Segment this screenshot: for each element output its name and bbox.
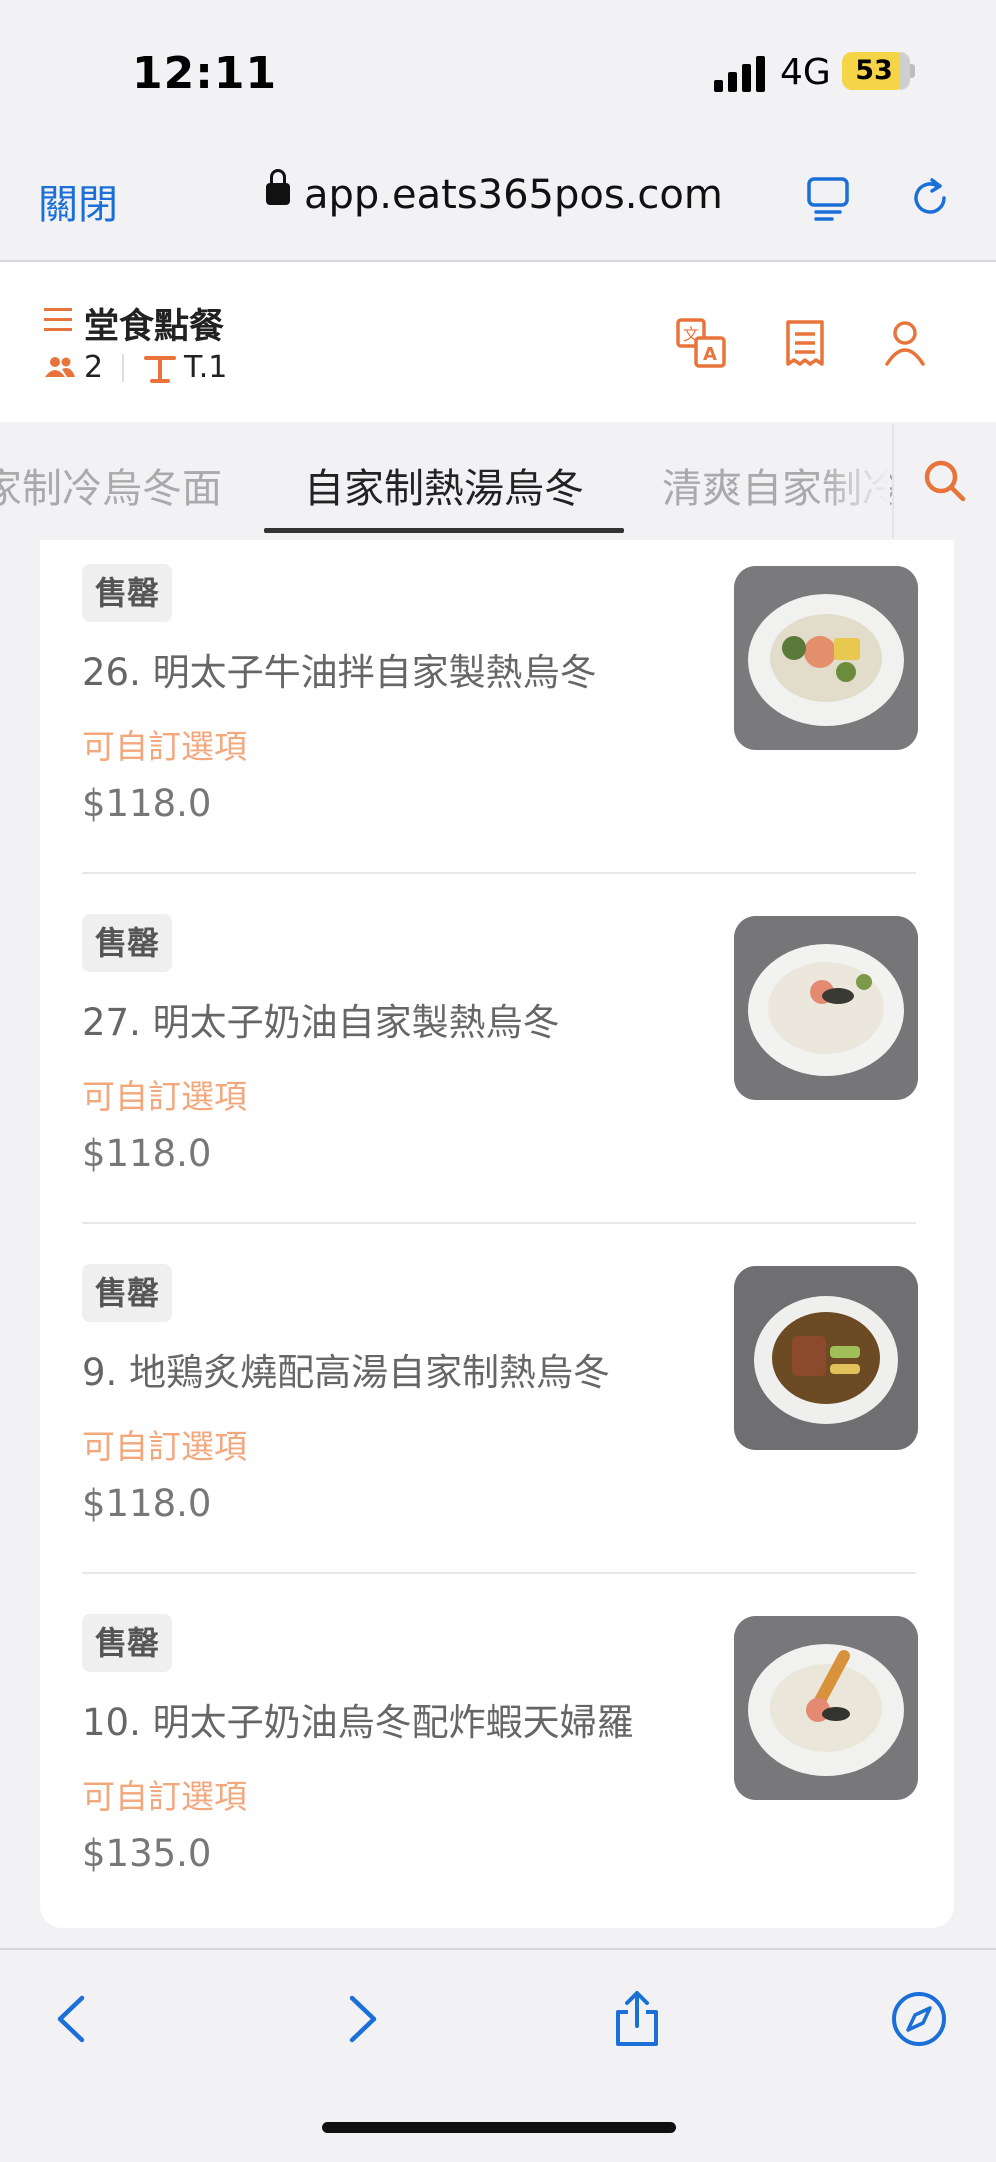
translate-icon[interactable]: 文 A <box>676 318 726 368</box>
item-name: 9. 地鶏炙燒配高湯自家制熱烏冬 <box>82 1351 611 1394</box>
menu-list: 售罄 26. 明太子牛油拌自家製熱烏冬 可自訂選項 $118.0 售罄 27. … <box>40 540 954 1928</box>
network-type: 4G <box>780 52 831 93</box>
item-divider <box>82 872 916 874</box>
list-item[interactable]: 售罄 27. 明太子奶油自家製熱烏冬 可自訂選項 $118.0 <box>40 890 954 1240</box>
tab-cold-udon[interactable]: 家制冷烏冬面 <box>0 456 222 514</box>
item-divider <box>82 1572 916 1574</box>
battery-level: 53 <box>842 52 906 90</box>
table-icon <box>144 356 176 383</box>
dish-image <box>734 1266 918 1450</box>
list-item[interactable]: 售罄 10. 明太子奶油烏冬配炸蝦天婦羅 可自訂選項 $135.0 <box>40 1590 954 1928</box>
item-price: $118.0 <box>82 1482 212 1525</box>
search-icon[interactable] <box>922 458 966 502</box>
item-name: 10. 明太子奶油烏冬配炸蝦天婦羅 <box>82 1701 634 1744</box>
item-price: $135.0 <box>82 1832 212 1875</box>
tab-fade <box>820 424 890 538</box>
list-item[interactable]: 售罄 26. 明太子牛油拌自家製熱烏冬 可自訂選項 $118.0 <box>40 540 954 890</box>
item-name: 26. 明太子牛油拌自家製熱烏冬 <box>82 651 597 694</box>
battery-tip <box>910 64 915 78</box>
reload-icon[interactable] <box>906 174 954 222</box>
table-number: T.1 <box>184 350 228 385</box>
forward-icon[interactable] <box>332 1990 390 2048</box>
customizable-label: 可自訂選項 <box>82 1077 247 1116</box>
close-button[interactable]: 關閉 <box>38 172 118 230</box>
svg-text:A: A <box>703 344 717 365</box>
header-separator <box>122 354 124 382</box>
back-icon[interactable] <box>44 1990 102 2048</box>
cellular-signal-icon <box>714 54 768 92</box>
dish-image <box>734 566 918 750</box>
status-time: 12:11 <box>132 48 278 99</box>
sold-out-badge: 售罄 <box>82 914 172 972</box>
reader-icon[interactable] <box>806 176 850 222</box>
tab-hot-soup-udon[interactable]: 自家制熱湯烏冬 <box>304 456 584 514</box>
customizable-label: 可自訂選項 <box>82 1777 247 1816</box>
guest-count: 2 <box>84 350 104 385</box>
sold-out-badge: 售罄 <box>82 1614 172 1672</box>
list-item[interactable]: 售罄 9. 地鶏炙燒配高湯自家制熱烏冬 可自訂選項 $118.0 <box>40 1240 954 1590</box>
battery-icon <box>900 52 910 90</box>
sold-out-badge: 售罄 <box>82 1264 172 1322</box>
lock-icon <box>266 169 290 205</box>
guests-icon <box>45 357 75 377</box>
customizable-label: 可自訂選項 <box>82 1427 247 1466</box>
item-name: 27. 明太子奶油自家製熱烏冬 <box>82 1001 560 1044</box>
item-divider <box>82 1222 916 1224</box>
active-tab-indicator <box>264 528 624 533</box>
customizable-label: 可自訂選項 <box>82 727 247 766</box>
address-url[interactable]: app.eats365pos.com <box>304 172 723 218</box>
sold-out-badge: 售罄 <box>82 564 172 622</box>
dish-image <box>734 916 918 1100</box>
home-indicator <box>322 2122 676 2133</box>
item-price: $118.0 <box>82 782 212 825</box>
page-title: 堂食點餐 <box>84 307 225 347</box>
menu-icon[interactable] <box>44 308 72 332</box>
item-price: $118.0 <box>82 1132 212 1175</box>
share-icon[interactable] <box>608 1990 666 2048</box>
dish-image <box>734 1616 918 1800</box>
user-icon[interactable] <box>880 318 930 368</box>
compass-icon[interactable] <box>890 1990 948 2048</box>
receipt-icon[interactable] <box>780 318 830 368</box>
